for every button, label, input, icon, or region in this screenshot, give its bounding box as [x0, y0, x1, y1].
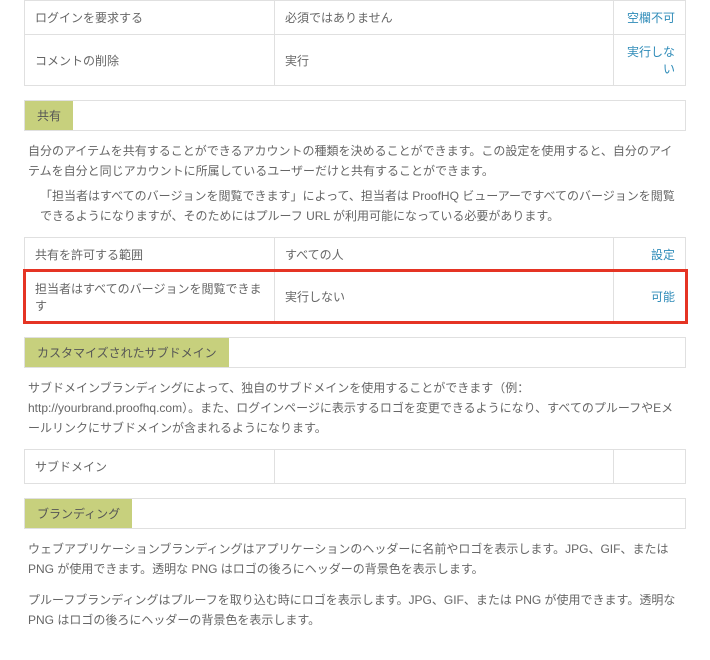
action-link-settings[interactable]: 設定: [651, 248, 675, 262]
row-value: 必須ではありません: [275, 1, 614, 35]
row-require-login: ログインを要求する 必須ではありません 空欄不可: [25, 1, 686, 35]
section-title: 共有: [25, 101, 73, 130]
settings-table-top: ログインを要求する 必須ではありません 空欄不可 コメントの削除 実行 実行しな…: [24, 0, 686, 86]
branding-description-1: ウェブアプリケーションブランディングはアプリケーションのヘッダーに名前やロゴを表…: [24, 539, 686, 580]
sharing-desc-indent: 「担当者はすべてのバージョンを閲覧できます」によって、担当者は ProofHQ …: [28, 186, 682, 227]
row-action: [614, 449, 686, 483]
row-assignee-view-all-versions: 担当者はすべてのバージョンを閲覧できます 実行しない 可能: [25, 271, 686, 322]
row-delete-comments: コメントの削除 実行 実行しない: [25, 35, 686, 86]
row-subdomain: サブドメイン: [25, 449, 686, 483]
row-value: 実行: [275, 35, 614, 86]
row-label: サブドメイン: [25, 449, 275, 483]
section-title: ブランディング: [25, 499, 132, 528]
action-link-enable[interactable]: 可能: [651, 290, 675, 304]
settings-table-sharing: 共有を許可する範囲 すべての人 設定 担当者はすべてのバージョンを閲覧できます …: [24, 237, 686, 323]
sharing-description: 自分のアイテムを共有することができるアカウントの種類を決めることができます。この…: [24, 141, 686, 227]
row-label: コメントの削除: [25, 35, 275, 86]
section-title: カスタマイズされたサブドメイン: [25, 338, 229, 367]
section-header-sharing: 共有: [24, 100, 686, 131]
sharing-desc-main: 自分のアイテムを共有することができるアカウントの種類を決めることができます。この…: [28, 144, 672, 178]
settings-table-subdomain: サブドメイン: [24, 449, 686, 484]
branding-description-2: プルーフブランディングはプルーフを取り込む時にロゴを表示します。JPG、GIF、…: [24, 590, 686, 631]
row-label: 担当者はすべてのバージョンを閲覧できます: [25, 271, 275, 322]
action-link-do-not-execute[interactable]: 実行しない: [627, 45, 675, 76]
section-header-branding: ブランディング: [24, 498, 686, 529]
row-label: 共有を許可する範囲: [25, 237, 275, 271]
row-value: すべての人: [275, 237, 614, 271]
section-header-subdomain: カスタマイズされたサブドメイン: [24, 337, 686, 368]
subdomain-description: サブドメインブランディングによって、独自のサブドメインを使用することができます（…: [24, 378, 686, 439]
row-label: ログインを要求する: [25, 1, 275, 35]
row-sharing-scope: 共有を許可する範囲 すべての人 設定: [25, 237, 686, 271]
action-link-blank-not-allowed[interactable]: 空欄不可: [627, 11, 675, 25]
row-value: 実行しない: [275, 271, 614, 322]
row-value: [275, 449, 614, 483]
